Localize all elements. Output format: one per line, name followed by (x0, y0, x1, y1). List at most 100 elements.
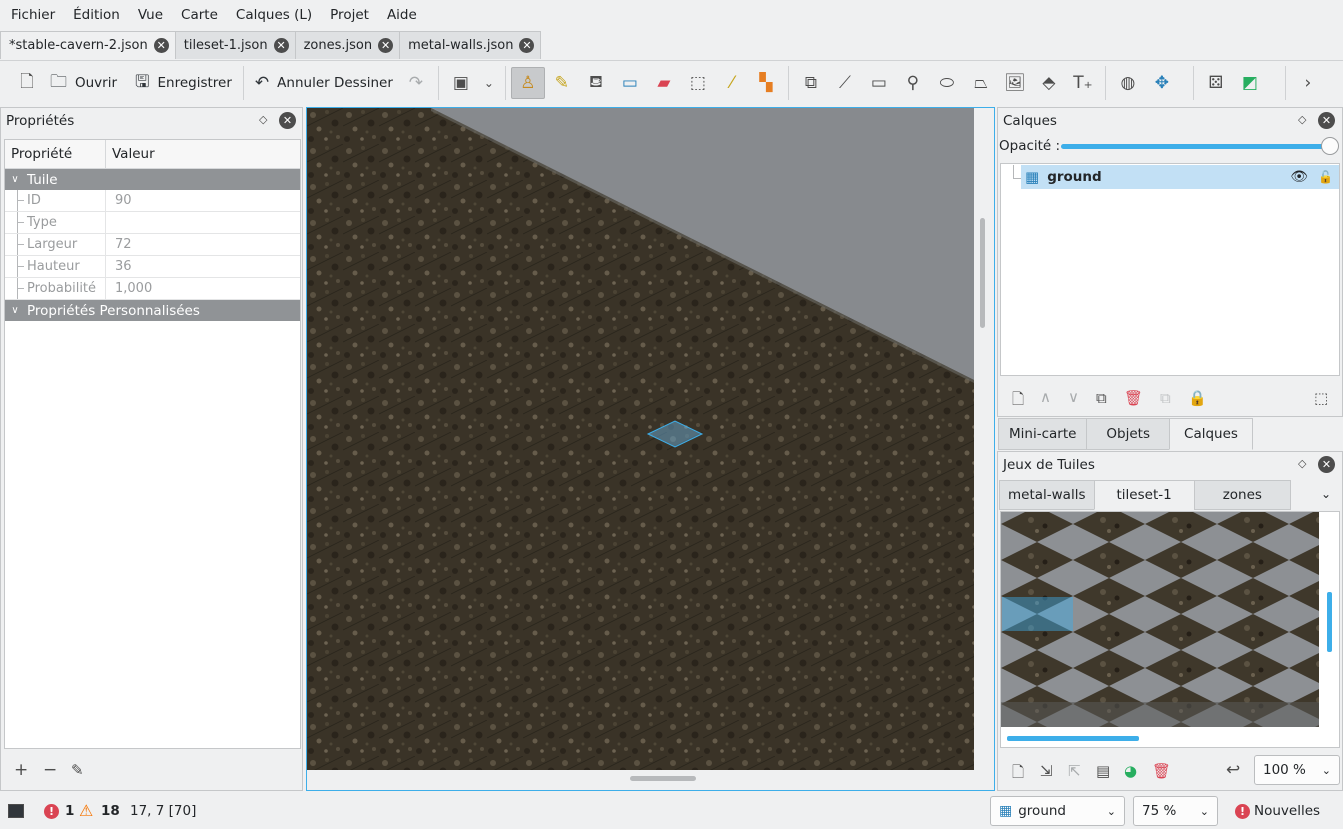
rename-property-button[interactable]: ✎ (71, 761, 84, 779)
map-view[interactable] (307, 108, 974, 770)
open-button[interactable]: 🗀 Ouvrir (44, 67, 123, 99)
vertical-scrollbar[interactable] (980, 218, 985, 328)
delete-layer-button[interactable]: 🗑 (1124, 389, 1143, 407)
shape-fill-tool[interactable]: ▭ (613, 67, 647, 99)
opacity-slider[interactable] (1061, 144, 1331, 149)
add-property-button[interactable]: + (14, 760, 28, 780)
property-row[interactable]: Probabilité 1,000 (5, 278, 300, 300)
property-row[interactable]: ID 90 (5, 190, 300, 212)
raise-layer-button[interactable]: ∧ (1040, 388, 1051, 406)
merge-layer-button[interactable]: ⧉ (1160, 389, 1171, 407)
menu-vue[interactable]: Vue (129, 0, 172, 30)
move-tool[interactable]: ✥ (1145, 67, 1179, 99)
tileset-properties-button[interactable]: ◕ (1124, 762, 1137, 780)
new-tileset-button[interactable]: 🗋 (1012, 762, 1024, 787)
insert-tile-tool[interactable]: 🖼 (998, 67, 1032, 99)
tileset-hscrollbar[interactable] (1007, 736, 1139, 741)
horizontal-scrollbar[interactable] (630, 776, 696, 781)
chevron-down-icon[interactable]: ⌄ (1321, 487, 1331, 501)
warning-icon[interactable]: ⚠ (79, 801, 93, 820)
redo-button[interactable]: ↷ (399, 67, 433, 99)
tileset-vscrollbar[interactable] (1327, 592, 1332, 652)
random-mode-button[interactable]: ▣ (444, 67, 478, 99)
duplicate-layer-button[interactable]: ⧉ (1096, 389, 1107, 407)
magic-wand-tool[interactable]: ⁄ (715, 67, 749, 99)
tab-zones[interactable]: zones (1193, 480, 1291, 510)
close-icon[interactable]: ✕ (1318, 456, 1335, 473)
select-objects-tool[interactable]: ⧉ (794, 67, 828, 99)
news-icon[interactable]: ! (1235, 804, 1250, 819)
error-count[interactable]: 1 (65, 803, 74, 819)
eye-icon[interactable]: 👁 (1290, 169, 1308, 185)
menu-projet[interactable]: Projet (321, 0, 378, 30)
tileset-grid[interactable] (1001, 512, 1340, 748)
layer-row-ground[interactable]: ▦ ground 👁 🔓 (1021, 165, 1339, 189)
insert-rectangle-tool[interactable]: ▭ (862, 67, 896, 99)
error-icon[interactable]: ! (44, 804, 59, 819)
doc-tab-metal-walls[interactable]: metal-walls.json ✕ (399, 31, 542, 59)
doc-tab-stable-cavern[interactable]: *stable-cavern-2.json ✕ (0, 31, 176, 59)
close-icon[interactable]: ✕ (378, 38, 394, 53)
edit-polygons-tool[interactable]: ⟋ (828, 67, 862, 99)
export-tileset-button[interactable]: ⇱ (1068, 762, 1081, 780)
float-icon[interactable]: ◇ (1298, 113, 1306, 126)
group-tuile[interactable]: ∨ Tuile (5, 169, 300, 190)
insert-template-tool[interactable]: ⬘ (1032, 67, 1066, 99)
opacity-slider-handle[interactable] (1321, 137, 1339, 155)
warning-count[interactable]: 18 (101, 803, 120, 819)
terrain-brush-tool[interactable]: ✎ (545, 67, 579, 99)
highlight-layer-button[interactable]: ⬚ (1314, 389, 1328, 407)
close-icon[interactable]: ✕ (519, 38, 535, 53)
insert-polygon-tool[interactable]: ⏢ (964, 67, 998, 99)
remove-tileset-button[interactable]: 🗑 (1152, 762, 1171, 780)
property-row[interactable]: Type (5, 212, 300, 234)
tileset-zoom-select[interactable]: 100 % ⌄ (1254, 755, 1340, 785)
import-tileset-button[interactable]: ⇲ (1040, 762, 1053, 780)
select-same-tile-tool[interactable]: ▚ (749, 67, 783, 99)
insert-text-tool[interactable]: T₊ (1066, 67, 1100, 99)
doc-tab-zones[interactable]: zones.json ✕ (294, 31, 401, 59)
doc-tab-tileset-1[interactable]: tileset-1.json ✕ (174, 31, 296, 59)
toolbar-overflow-button[interactable]: › (1291, 67, 1325, 99)
column-value[interactable]: Valeur (106, 140, 155, 168)
menu-edition[interactable]: Édition (64, 0, 129, 30)
wang-fill-button[interactable]: ◩ (1233, 67, 1267, 99)
column-property[interactable]: Propriété (5, 140, 106, 168)
float-icon[interactable]: ◇ (259, 113, 267, 126)
property-row[interactable]: Hauteur 36 (5, 256, 300, 278)
tab-calques[interactable]: Calques (1169, 418, 1253, 450)
menu-aide[interactable]: Aide (378, 0, 426, 30)
news-button[interactable]: Nouvelles (1254, 803, 1320, 819)
tileset-view[interactable] (1000, 511, 1340, 748)
menu-calques[interactable]: Calques (L) (227, 0, 321, 30)
mode-dropdown-button[interactable]: ⌄ (478, 67, 500, 99)
save-button[interactable]: 🖫 Enregistrer (129, 67, 238, 99)
remove-property-button[interactable]: − (43, 760, 57, 780)
new-file-button[interactable]: 🗋 (10, 67, 44, 99)
stamp-brush-tool[interactable]: ♙ (510, 67, 545, 99)
console-icon[interactable] (8, 804, 24, 818)
edit-tileset-button[interactable]: ▤ (1096, 762, 1110, 780)
menu-fichier[interactable]: Fichier (2, 0, 64, 30)
close-icon[interactable]: ✕ (273, 38, 289, 53)
bucket-fill-tool[interactable]: ⛾ (579, 67, 613, 99)
eraser-tool[interactable]: ▰ (647, 67, 681, 99)
tab-tileset-1[interactable]: tileset-1 (1093, 480, 1195, 510)
tab-metal-walls[interactable]: metal-walls (999, 480, 1095, 510)
insert-point-tool[interactable]: ⚲ (896, 67, 930, 99)
close-icon[interactable]: ✕ (153, 38, 169, 53)
menu-carte[interactable]: Carte (172, 0, 227, 30)
property-row[interactable]: Largeur 72 (5, 234, 300, 256)
float-icon[interactable]: ◇ (1298, 457, 1306, 470)
lock-icon[interactable]: 🔒 (1188, 389, 1207, 407)
zoom-select[interactable]: 75 % ⌄ (1133, 796, 1218, 826)
tab-mini-carte[interactable]: Mini-carte (998, 418, 1088, 450)
map-canvas[interactable] (306, 107, 995, 791)
undo-button[interactable]: ↶ Annuler Dessiner (249, 67, 399, 99)
tab-objets[interactable]: Objets (1086, 418, 1171, 450)
close-icon[interactable]: ✕ (1318, 112, 1335, 129)
group-custom-properties[interactable]: ∨ Propriétés Personnalisées (5, 300, 300, 321)
random-tiles-button[interactable]: ⚄ (1199, 67, 1233, 99)
insert-ellipse-tool[interactable]: ⬭ (930, 67, 964, 99)
lower-layer-button[interactable]: ∨ (1068, 388, 1079, 406)
